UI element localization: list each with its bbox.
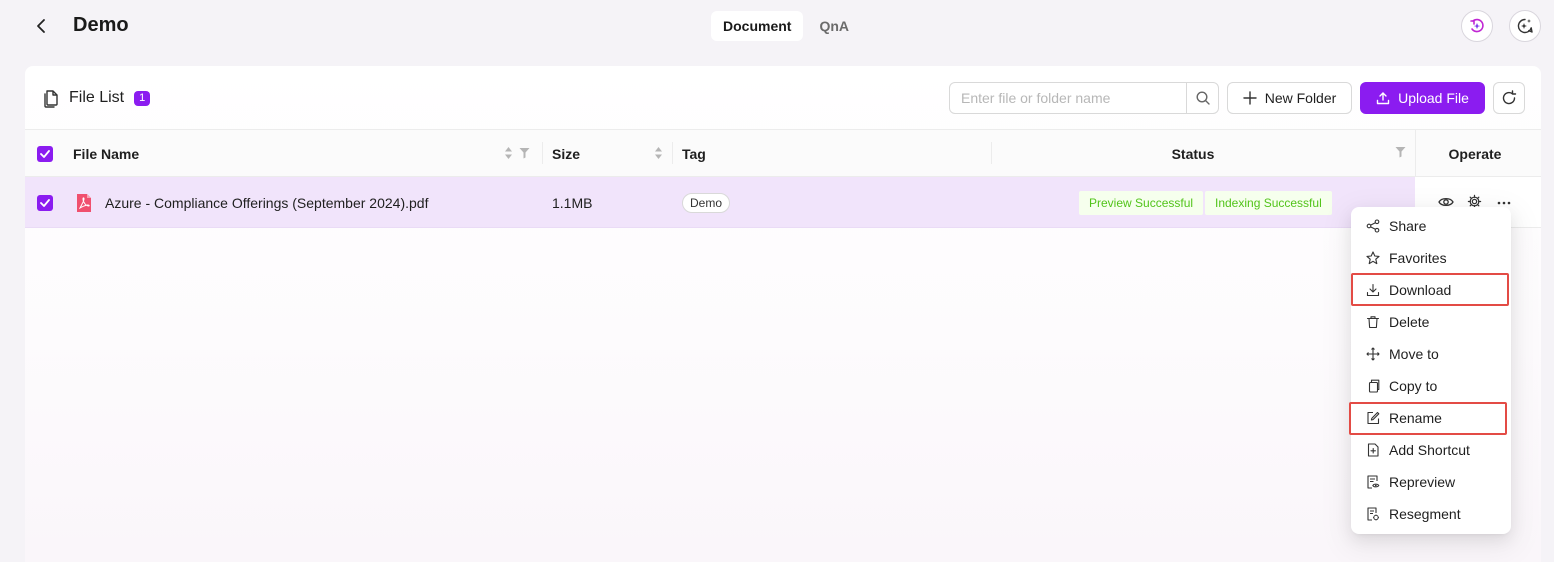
share-icon [1366,219,1380,233]
chevron-left-icon [37,19,45,33]
tab-qna[interactable]: QnA [807,11,861,41]
preview-status-badge: Preview Successful [1079,190,1204,215]
filter-icon[interactable] [519,147,530,159]
menu-item-delete[interactable]: Delete [1351,306,1511,338]
column-divider [672,142,673,164]
upload-icon [1376,92,1390,105]
upload-file-button[interactable]: Upload File [1360,82,1485,114]
status-filter [1395,146,1406,158]
check-icon [40,149,50,158]
resegment-icon [1367,507,1379,521]
check-icon [40,198,50,207]
new-folder-button[interactable]: New Folder [1227,82,1352,114]
tab-document[interactable]: Document [711,11,804,41]
plus-icon [1243,91,1257,105]
file-name-sort-filter [504,146,530,160]
select-all-cell [37,130,53,177]
repreview-icon [1367,475,1380,489]
move-icon [1366,347,1380,361]
mode-tabs: Document QnA [711,11,861,41]
file-size-cell: 1.1MB [552,194,593,211]
file-panel: File List 1 New Folder Upload File File [25,66,1541,562]
menu-item-label: Rename [1389,410,1442,426]
column-header-file-name[interactable]: File Name [73,130,139,177]
menu-item-rename[interactable]: Rename [1351,402,1511,434]
ai-sparkle-icon [1470,18,1484,33]
page-title: Demo [73,14,129,36]
menu-item-label: Share [1389,218,1427,234]
menu-item-repreview[interactable]: Repreview [1351,466,1511,498]
menu-item-label: Add Shortcut [1389,442,1470,458]
menu-item-add-shortcut[interactable]: Add Shortcut [1351,434,1511,466]
trash-icon [1366,316,1380,329]
search-icon [1195,91,1210,105]
add-shortcut-icon [1367,443,1379,457]
menu-item-resegment[interactable]: Resegment [1351,498,1511,530]
menu-item-label: Delete [1389,314,1430,330]
menu-item-download[interactable]: Download [1351,274,1511,306]
menu-item-label: Move to [1389,346,1439,362]
menu-item-share[interactable]: Share [1351,210,1511,242]
copy-icon [1368,379,1380,393]
pdf-file-icon [77,193,91,212]
search-button[interactable] [1186,83,1218,113]
table-row[interactable]: Azure - Compliance Offerings (September … [25,177,1415,228]
back-button[interactable] [28,12,54,40]
filter-icon[interactable] [1395,146,1406,158]
file-list-heading: File List 1 [41,88,151,108]
panel-header: File List 1 New Folder Upload File [25,66,1541,130]
indexing-status-badge: Indexing Successful [1205,190,1332,215]
tag-cell: Demo [682,177,731,228]
status-indexing-cell: Indexing Successful [1205,177,1332,228]
ai-assistant-button[interactable] [1461,10,1493,42]
select-all-checkbox[interactable] [37,145,53,162]
row-checkbox[interactable] [37,194,53,211]
menu-item-copy-to[interactable]: Copy to [1351,370,1511,402]
upload-file-label: Upload File [1398,90,1469,106]
search-input[interactable] [950,83,1186,113]
sort-icon[interactable] [504,146,513,160]
column-header-status: Status [1171,145,1215,162]
file-list-title: File List [69,89,125,106]
status-preview-cell: Preview Successful [1079,177,1204,228]
files-icon [44,90,58,108]
menu-item-label: Download [1389,282,1452,298]
tag-badge: Demo [682,192,731,213]
download-icon [1366,283,1380,297]
column-header-size[interactable]: Size [552,130,580,177]
size-sort [654,146,663,160]
row-select-cell [37,177,53,228]
edit-icon [1367,411,1380,425]
chat-button[interactable] [1509,10,1541,42]
menu-item-label: Copy to [1389,378,1438,394]
refresh-button[interactable] [1493,82,1525,114]
menu-item-label: Favorites [1389,250,1447,266]
star-icon [1366,251,1380,265]
column-header-operate: Operate [1448,145,1502,162]
new-folder-label: New Folder [1264,90,1337,106]
file-name-cell[interactable]: Azure - Compliance Offerings (September … [105,177,428,228]
table-header: File Name Size Tag Status Operate [25,130,1541,177]
top-bar: Demo Document QnA [0,0,1554,54]
search-box [949,82,1219,114]
refresh-icon [1502,90,1517,105]
more-icon[interactable] [1497,201,1511,205]
file-count-badge: 1 [134,90,151,106]
chat-sparkle-icon [1517,18,1533,34]
menu-item-move-to[interactable]: Move to [1351,338,1511,370]
column-divider [542,142,543,164]
file-type-cell [76,177,92,228]
menu-item-label: Resegment [1389,506,1461,522]
menu-item-label: Repreview [1389,474,1456,490]
menu-item-favorites[interactable]: Favorites [1351,242,1511,274]
column-header-tag: Tag [682,145,706,162]
sort-icon[interactable] [654,146,663,160]
more-actions-menu: Share Favorites Download Delete Move to … [1351,207,1511,534]
